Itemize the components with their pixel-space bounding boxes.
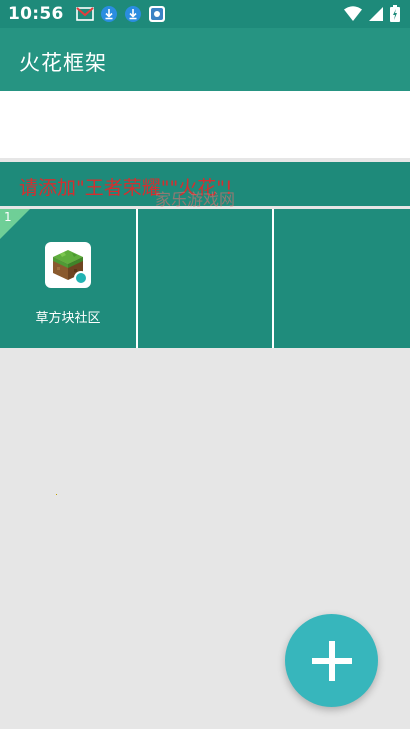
app-grid: 1 草方块社区 [0,209,410,348]
app-tile-empty[interactable] [274,209,410,348]
notification-icons [70,5,166,23]
badge-number: 1 [4,210,12,224]
grass-block-icon[interactable] [45,242,91,288]
page-title: 火花框架 [19,51,107,75]
notice-bar: 请添加"王者荣耀""火花"! 家乐游戏网 [0,162,410,209]
app-label: 草方块社区 [35,311,101,326]
watermark-text: 家乐游戏网 [155,190,236,209]
plus-icon [311,640,352,681]
photo-icon [148,5,166,23]
app-tile[interactable]: 1 草方块社区 [0,209,136,348]
status-time: 10:56 [8,4,64,24]
battery-charging-icon [390,5,400,26]
wifi-icon [344,5,362,26]
header-panel [0,91,410,158]
download-icon [100,5,118,23]
app-tile-empty[interactable] [138,209,272,348]
app-bar: 火花框架 [0,28,410,91]
status-bar: 10:56 [0,0,410,28]
add-button[interactable] [285,614,378,707]
signal-icon [368,6,384,26]
gmail-icon [75,5,94,23]
system-icons [338,5,400,26]
status-dot-icon [74,271,88,285]
download-icon [124,5,142,23]
stray-pixel [56,494,57,495]
